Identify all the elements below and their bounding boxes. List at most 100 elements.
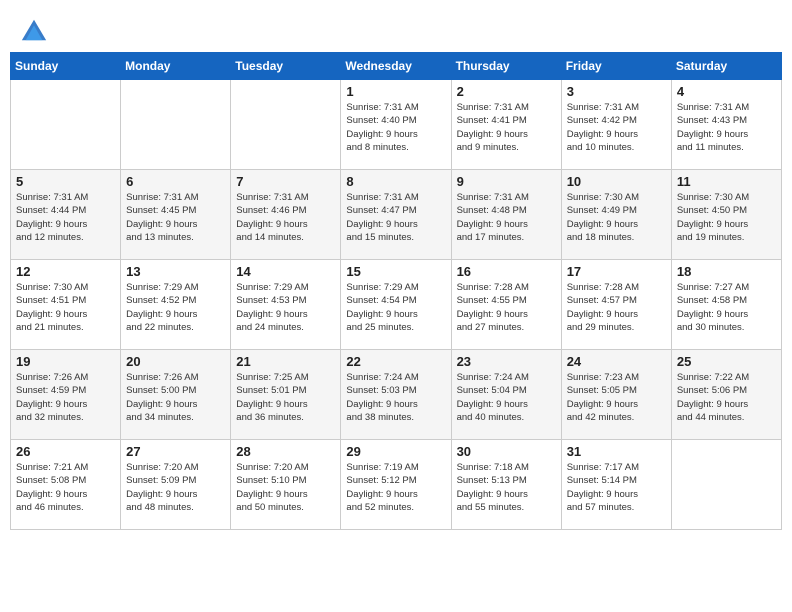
day-number: 29 [346,444,445,459]
day-number: 8 [346,174,445,189]
day-number: 31 [567,444,666,459]
day-number: 23 [457,354,556,369]
day-cell: 25 Sunrise: 7:22 AM Sunset: 5:06 PM Dayli… [671,350,781,440]
day-number: 1 [346,84,445,99]
week-row-2: 12 Sunrise: 7:30 AM Sunset: 4:51 PM Dayli… [11,260,782,350]
day-cell: 31 Sunrise: 7:17 AM Sunset: 5:14 PM Dayli… [561,440,671,530]
day-cell: 3Sunrise: 7:31 AM Sunset: 4:42 PM Daylig… [561,80,671,170]
day-cell: 28 Sunrise: 7:20 AM Sunset: 5:10 PM Dayli… [231,440,341,530]
day-cell: 8Sunrise: 7:31 AM Sunset: 4:47 PM Daylig… [341,170,451,260]
calendar-table: Sunday Monday Tuesday Wednesday Thursday… [10,52,782,530]
day-number: 5 [16,174,115,189]
day-number: 18 [677,264,776,279]
day-cell: 9Sunrise: 7:31 AM Sunset: 4:48 PM Daylig… [451,170,561,260]
day-info: Sunrise: 7:28 AM Sunset: 4:55 PM Dayligh… [457,281,556,334]
day-info: Sunrise: 7:28 AM Sunset: 4:57 PM Dayligh… [567,281,666,334]
day-info: Sunrise: 7:29 AM Sunset: 4:52 PM Dayligh… [126,281,225,334]
day-info: Sunrise: 7:20 AM Sunset: 5:10 PM Dayligh… [236,461,335,514]
day-number: 12 [16,264,115,279]
day-info: Sunrise: 7:17 AM Sunset: 5:14 PM Dayligh… [567,461,666,514]
page: Sunday Monday Tuesday Wednesday Thursday… [0,0,792,612]
day-cell: 29 Sunrise: 7:19 AM Sunset: 5:12 PM Dayli… [341,440,451,530]
calendar: Sunday Monday Tuesday Wednesday Thursday… [0,52,792,612]
logo-icon [20,16,48,44]
day-cell: 17Sunrise: 7:28 AM Sunset: 4:57 PM Dayli… [561,260,671,350]
day-info: Sunrise: 7:31 AM Sunset: 4:41 PM Dayligh… [457,101,556,154]
day-cell: 22 Sunrise: 7:24 AM Sunset: 5:03 PM Dayli… [341,350,451,440]
col-wednesday: Wednesday [341,53,451,80]
week-row-4: 26 Sunrise: 7:21 AM Sunset: 5:08 PM Dayli… [11,440,782,530]
day-info: Sunrise: 7:21 AM Sunset: 5:08 PM Dayligh… [16,461,115,514]
day-number: 11 [677,174,776,189]
day-number: 25 [677,354,776,369]
day-info: Sunrise: 7:24 AM Sunset: 5:03 PM Dayligh… [346,371,445,424]
day-cell: 4 Sunrise: 7:31 AM Sunset: 4:43 PM Daylig… [671,80,781,170]
day-cell: 14Sunrise: 7:29 AM Sunset: 4:53 PM Dayli… [231,260,341,350]
day-cell: 24Sunrise: 7:23 AM Sunset: 5:05 PM Dayli… [561,350,671,440]
week-row-0: 1 Sunrise: 7:31 AM Sunset: 4:40 PM Daylig… [11,80,782,170]
day-number: 28 [236,444,335,459]
day-info: Sunrise: 7:25 AM Sunset: 5:01 PM Dayligh… [236,371,335,424]
day-cell: 16 Sunrise: 7:28 AM Sunset: 4:55 PM Dayli… [451,260,561,350]
day-number: 16 [457,264,556,279]
day-info: Sunrise: 7:29 AM Sunset: 4:53 PM Dayligh… [236,281,335,334]
day-cell: 12 Sunrise: 7:30 AM Sunset: 4:51 PM Dayli… [11,260,121,350]
day-cell: 21 Sunrise: 7:25 AM Sunset: 5:01 PM Dayli… [231,350,341,440]
day-info: Sunrise: 7:31 AM Sunset: 4:48 PM Dayligh… [457,191,556,244]
day-number: 10 [567,174,666,189]
day-number: 30 [457,444,556,459]
day-info: Sunrise: 7:31 AM Sunset: 4:40 PM Dayligh… [346,101,445,154]
day-number: 20 [126,354,225,369]
day-info: Sunrise: 7:31 AM Sunset: 4:45 PM Dayligh… [126,191,225,244]
day-cell: 5Sunrise: 7:31 AM Sunset: 4:44 PM Daylig… [11,170,121,260]
day-info: Sunrise: 7:19 AM Sunset: 5:12 PM Dayligh… [346,461,445,514]
day-number: 26 [16,444,115,459]
day-cell: 26 Sunrise: 7:21 AM Sunset: 5:08 PM Dayli… [11,440,121,530]
day-info: Sunrise: 7:30 AM Sunset: 4:49 PM Dayligh… [567,191,666,244]
day-number: 19 [16,354,115,369]
day-info: Sunrise: 7:31 AM Sunset: 4:43 PM Dayligh… [677,101,776,154]
col-friday: Friday [561,53,671,80]
day-cell [671,440,781,530]
day-info: Sunrise: 7:30 AM Sunset: 4:51 PM Dayligh… [16,281,115,334]
day-info: Sunrise: 7:22 AM Sunset: 5:06 PM Dayligh… [677,371,776,424]
day-number: 3 [567,84,666,99]
day-number: 21 [236,354,335,369]
day-cell: 13 Sunrise: 7:29 AM Sunset: 4:52 PM Dayli… [121,260,231,350]
header-row: Sunday Monday Tuesday Wednesday Thursday… [11,53,782,80]
day-number: 22 [346,354,445,369]
day-cell: 19 Sunrise: 7:26 AM Sunset: 4:59 PM Dayli… [11,350,121,440]
col-tuesday: Tuesday [231,53,341,80]
day-cell [11,80,121,170]
col-thursday: Thursday [451,53,561,80]
day-info: Sunrise: 7:20 AM Sunset: 5:09 PM Dayligh… [126,461,225,514]
day-info: Sunrise: 7:26 AM Sunset: 5:00 PM Dayligh… [126,371,225,424]
day-info: Sunrise: 7:27 AM Sunset: 4:58 PM Dayligh… [677,281,776,334]
day-cell: 27 Sunrise: 7:20 AM Sunset: 5:09 PM Dayli… [121,440,231,530]
day-number: 27 [126,444,225,459]
col-sunday: Sunday [11,53,121,80]
day-info: Sunrise: 7:18 AM Sunset: 5:13 PM Dayligh… [457,461,556,514]
day-number: 6 [126,174,225,189]
day-number: 4 [677,84,776,99]
header [0,0,792,52]
day-info: Sunrise: 7:24 AM Sunset: 5:04 PM Dayligh… [457,371,556,424]
day-cell: 6 Sunrise: 7:31 AM Sunset: 4:45 PM Daylig… [121,170,231,260]
day-cell: 15 Sunrise: 7:29 AM Sunset: 4:54 PM Dayli… [341,260,451,350]
day-cell [121,80,231,170]
day-cell: 1 Sunrise: 7:31 AM Sunset: 4:40 PM Daylig… [341,80,451,170]
day-cell: 30 Sunrise: 7:18 AM Sunset: 5:13 PM Dayli… [451,440,561,530]
day-number: 15 [346,264,445,279]
day-number: 2 [457,84,556,99]
day-cell: 7Sunrise: 7:31 AM Sunset: 4:46 PM Daylig… [231,170,341,260]
day-number: 13 [126,264,225,279]
logo [20,16,52,44]
day-cell [231,80,341,170]
day-info: Sunrise: 7:29 AM Sunset: 4:54 PM Dayligh… [346,281,445,334]
day-cell: 11Sunrise: 7:30 AM Sunset: 4:50 PM Dayli… [671,170,781,260]
day-number: 24 [567,354,666,369]
col-saturday: Saturday [671,53,781,80]
col-monday: Monday [121,53,231,80]
day-info: Sunrise: 7:26 AM Sunset: 4:59 PM Dayligh… [16,371,115,424]
day-cell: 10 Sunrise: 7:30 AM Sunset: 4:49 PM Dayli… [561,170,671,260]
